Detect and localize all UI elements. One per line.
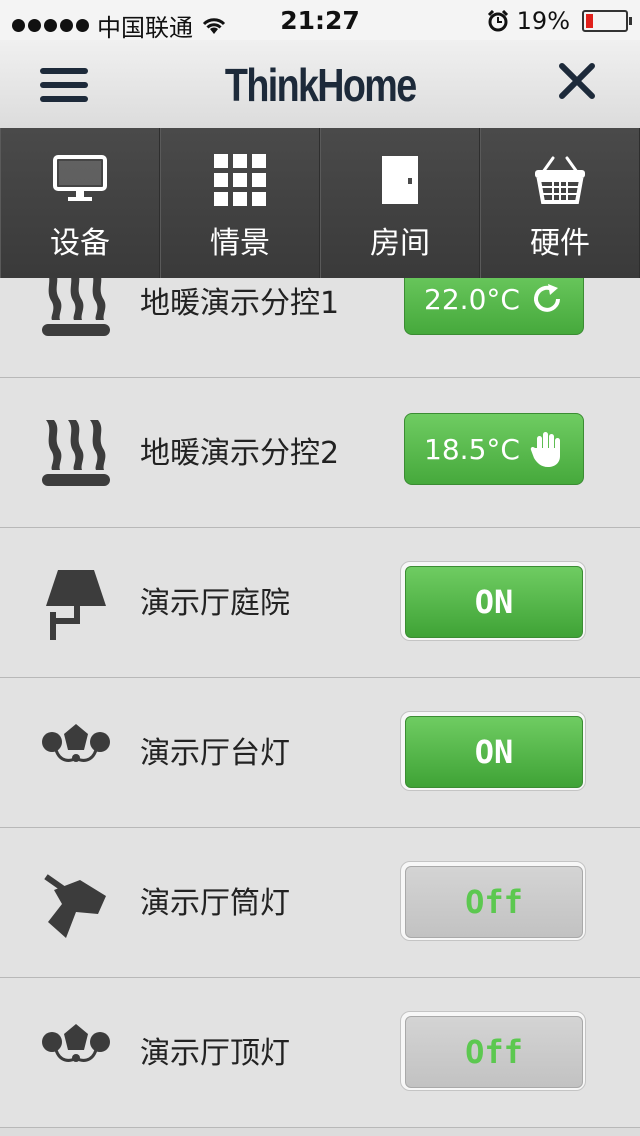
device-name: 演示厅顶灯 [140,1036,290,1071]
battery-icon [582,10,632,32]
toggle-label: Off [405,866,583,938]
temperature-value: 18.5°C [424,432,520,466]
status-bar: 中国联通 21:27 19% [0,0,640,42]
toggle-label: ON [405,716,583,788]
device-name: 演示厅台灯 [140,736,290,771]
category-tabbar: 设备 情景 房间 硬件 [0,128,640,278]
tab-rooms[interactable]: 房间 [320,128,480,278]
app-logo: ThinkHome [0,58,640,112]
battery-level [586,14,594,28]
device-row: 演示厅筒灯 Off [0,828,640,978]
on-toggle-button[interactable]: ON [400,561,586,641]
close-icon[interactable] [554,58,600,104]
basket-icon [481,154,639,210]
grid-icon [161,154,319,210]
door-icon [321,154,479,210]
tab-label: 硬件 [530,226,590,261]
monitor-icon [1,154,159,210]
floor-heating-icon [40,268,120,340]
device-row: 演示厅庭院 ON [0,528,640,678]
hand-icon [530,430,564,468]
device-row: 地暖演示分控2 18.5°C [0,378,640,528]
chandelier-icon [40,1018,120,1090]
temperature-button[interactable]: 18.5°C [404,413,584,485]
device-name: 地暖演示分控2 [140,436,340,471]
battery-percent: 19% [516,7,570,35]
tab-label: 情景 [210,226,270,261]
device-row: 演示厅顶灯 Off [0,978,640,1128]
toggle-label: ON [405,566,583,638]
tab-label: 房间 [370,226,430,261]
floor-heating-icon [40,418,120,490]
chandelier-icon [40,718,120,790]
alarm-clock-icon [487,10,508,32]
device-row: 演示厅台灯 ON [0,678,640,828]
toggle-label: Off [405,1016,583,1088]
tab-scenes[interactable]: 情景 [160,128,320,278]
temperature-value: 22.0°C [424,282,520,316]
device-name: 演示厅筒灯 [140,886,290,921]
off-toggle-button[interactable]: Off [400,1011,586,1091]
off-toggle-button[interactable]: Off [400,861,586,941]
app-title: ThinkHome [224,59,417,111]
app-header: ThinkHome [0,40,640,129]
device-name: 演示厅庭院 [140,586,290,621]
tab-hardware[interactable]: 硬件 [480,128,640,278]
tab-devices[interactable]: 设备 [0,128,160,278]
on-toggle-button[interactable]: ON [400,711,586,791]
device-name: 地暖演示分控1 [140,286,340,321]
wall-lamp-icon [40,568,120,640]
device-list: 地暖演示分控1 22.0°C 地暖演示分控2 18.5°C 演示厅庭院 ON 演示厅台灯 ON… [0,228,640,1128]
tab-label: 设备 [50,226,110,261]
spotlight-icon [40,868,120,940]
status-right: 19% [487,7,632,35]
refresh-icon [530,282,564,316]
